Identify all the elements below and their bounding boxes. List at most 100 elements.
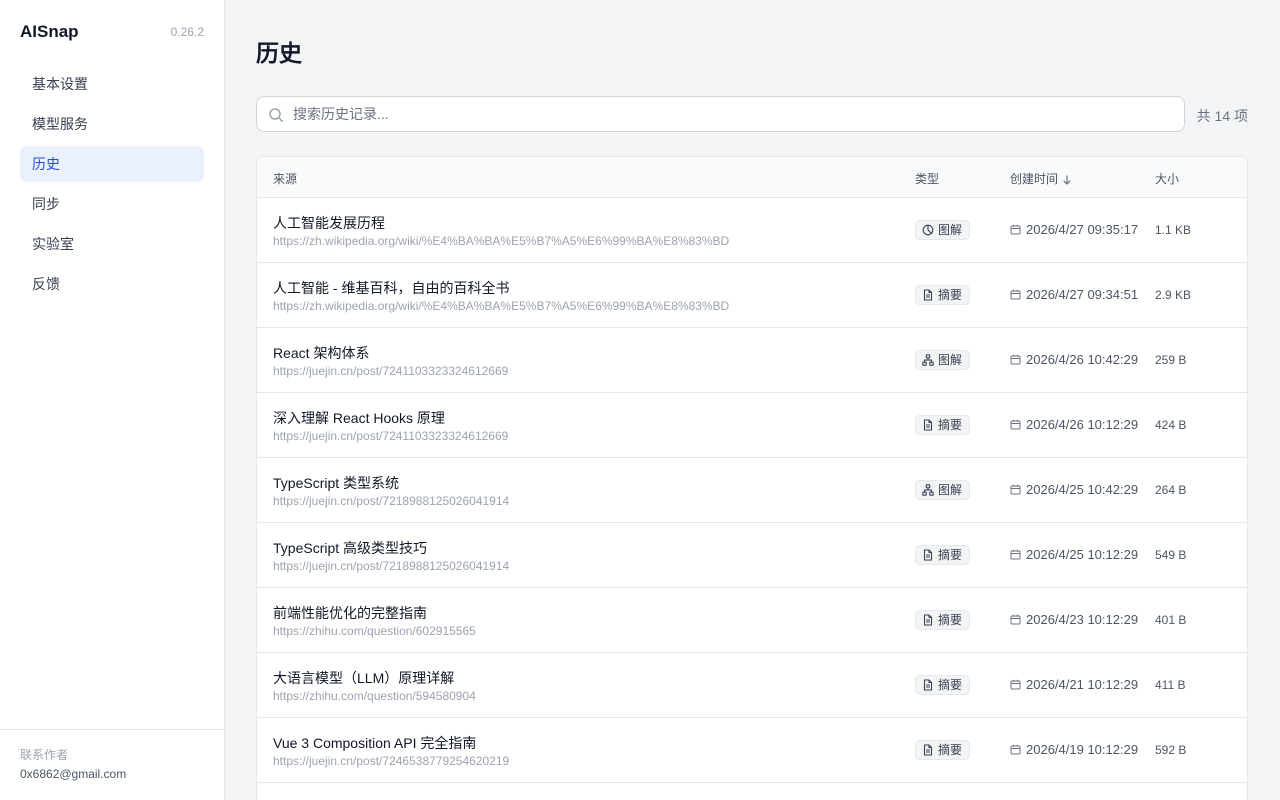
type-badge: 图解 bbox=[915, 220, 971, 240]
row-title: 大语言模型（LLM）原理详解 bbox=[273, 670, 455, 686]
type-badge: 摘要 bbox=[915, 610, 971, 630]
column-header-created[interactable]: 创建时间 bbox=[1010, 170, 1072, 187]
row-url[interactable]: https://zh.wikipedia.org/wiki/%E4%BA%BA%… bbox=[273, 234, 729, 248]
contact-email[interactable]: 0x6862@gmail.com bbox=[20, 767, 126, 781]
table-row[interactable]: 大语言模型（LLM）原理详解 https://zhihu.com/question… bbox=[257, 653, 1247, 718]
type-label: 图解 bbox=[938, 353, 963, 367]
row-size: 411 B bbox=[1155, 678, 1186, 692]
table-header: 来源 类型 创建时间 大小 bbox=[257, 157, 1247, 198]
table-row[interactable]: 深入理解 React Hooks 原理 https://juejin.cn/pos… bbox=[257, 393, 1247, 458]
table-row[interactable]: 人工智能发展历程 https://zh.wikipedia.org/wiki/%E… bbox=[257, 198, 1247, 263]
sidebar-item-basic-settings[interactable]: 基本设置 bbox=[20, 66, 204, 102]
main-content: 历史 共 14 项 来源 类型 创建时间 大小 人工智能发展历程 https://… bbox=[225, 0, 1280, 800]
type-label: 摘要 bbox=[938, 743, 963, 757]
calendar-icon bbox=[1010, 354, 1021, 365]
history-table: 来源 类型 创建时间 大小 人工智能发展历程 https://zh.wikiped… bbox=[256, 156, 1248, 800]
hierarchy-icon bbox=[922, 484, 934, 496]
row-size: 424 B bbox=[1155, 418, 1187, 432]
calendar-icon bbox=[1010, 289, 1021, 300]
created-time: 2026/4/26 10:42:29 bbox=[1026, 352, 1139, 367]
document-icon bbox=[923, 614, 933, 626]
type-label: 摘要 bbox=[938, 288, 963, 302]
sidebar-item-model-services[interactable]: 模型服务 bbox=[20, 106, 204, 142]
calendar-icon bbox=[1010, 549, 1021, 560]
type-badge: 摘要 bbox=[915, 285, 971, 305]
type-label: 图解 bbox=[938, 483, 963, 497]
column-header-source: 来源 bbox=[273, 172, 298, 186]
row-url[interactable]: https://zh.wikipedia.org/wiki/%E4%BA%BA%… bbox=[273, 299, 729, 313]
column-header-type: 类型 bbox=[915, 172, 940, 186]
table-row[interactable]: 前端性能优化的完整指南 https://zhihu.com/question/60… bbox=[257, 588, 1247, 653]
row-created: 2026/4/26 10:12:29 bbox=[1010, 417, 1138, 432]
sidebar-footer: 联系作者 0x6862@gmail.com bbox=[0, 729, 224, 800]
row-size: 264 B bbox=[1155, 483, 1187, 497]
column-header-created-label: 创建时间 bbox=[1010, 172, 1059, 186]
type-badge: 图解 bbox=[915, 480, 971, 500]
type-label: 图解 bbox=[938, 223, 963, 237]
row-created: 2026/4/25 10:12:29 bbox=[1010, 547, 1138, 562]
row-url[interactable]: https://juejin.cn/post/72411033233246126… bbox=[273, 429, 508, 443]
row-created: 2026/4/19 10:12:29 bbox=[1010, 742, 1138, 757]
contact-author-label: 联系作者 bbox=[20, 748, 69, 762]
row-url[interactable]: https://juejin.cn/post/72465387792546202… bbox=[273, 754, 509, 768]
type-label: 摘要 bbox=[938, 613, 963, 627]
row-url[interactable]: https://juejin.cn/post/72189881250260419… bbox=[273, 559, 509, 573]
row-size: 2.9 KB bbox=[1155, 288, 1192, 302]
sidebar-item-sync[interactable]: 同步 bbox=[20, 186, 204, 222]
row-url[interactable]: https://zhihu.com/question/602915565 bbox=[273, 624, 476, 638]
table-row[interactable]: React 架构体系 https://juejin.cn/post/7241103… bbox=[257, 328, 1247, 393]
row-title: TypeScript 高级类型技巧 bbox=[273, 540, 428, 556]
row-url[interactable]: https://juejin.cn/post/72189881250260419… bbox=[273, 494, 509, 508]
sidebar-item-lab[interactable]: 实验室 bbox=[20, 226, 204, 262]
created-time: 2026/4/27 09:35:17 bbox=[1026, 222, 1139, 237]
type-badge: 摘要 bbox=[915, 545, 971, 565]
row-size: 401 B bbox=[1155, 613, 1187, 627]
search-box[interactable] bbox=[256, 96, 1185, 132]
column-header-size: 大小 bbox=[1155, 172, 1180, 186]
type-badge: 图解 bbox=[915, 350, 971, 370]
sidebar-item-feedback[interactable]: 反馈 bbox=[20, 266, 204, 302]
document-icon bbox=[923, 419, 933, 431]
sidebar: AISnap 0.26.2 基本设置 模型服务 历史 同步 实验室 反馈 联系作… bbox=[0, 0, 225, 800]
created-time: 2026/4/25 10:12:29 bbox=[1026, 547, 1139, 562]
created-time: 2026/4/27 09:34:51 bbox=[1026, 287, 1139, 302]
created-time: 2026/4/21 10:12:29 bbox=[1026, 677, 1139, 692]
type-label: 摘要 bbox=[938, 418, 963, 432]
row-title: 深入理解 React Hooks 原理 bbox=[273, 410, 445, 426]
hierarchy-icon bbox=[922, 354, 934, 366]
calendar-icon bbox=[1010, 744, 1021, 755]
arrow-down-icon bbox=[1063, 175, 1071, 185]
table-row[interactable]: 人工智能 - 维基百科，自由的百科全书 https://zh.wikipedia.… bbox=[257, 263, 1247, 328]
row-created: 2026/4/21 10:12:29 bbox=[1010, 677, 1138, 692]
search-input[interactable] bbox=[293, 97, 1173, 131]
calendar-icon bbox=[1010, 419, 1021, 430]
row-title: React 架构体系 bbox=[273, 345, 370, 361]
row-created: 2026/4/27 09:35:17 bbox=[1010, 222, 1138, 237]
row-created: 2026/4/23 10:12:29 bbox=[1010, 612, 1138, 627]
calendar-icon bbox=[1010, 224, 1021, 235]
sidebar-item-history[interactable]: 历史 bbox=[20, 146, 204, 182]
table-row[interactable]: TypeScript 高级类型技巧 https://juejin.cn/post/… bbox=[257, 523, 1247, 588]
search-icon bbox=[269, 108, 283, 122]
row-title: Vue 3 Composition API 完全指南 bbox=[273, 735, 477, 751]
document-icon bbox=[923, 549, 933, 561]
created-time: 2026/4/23 10:12:29 bbox=[1026, 612, 1139, 627]
row-size: 259 B bbox=[1155, 353, 1187, 367]
calendar-icon bbox=[1010, 614, 1021, 625]
document-icon bbox=[923, 679, 933, 691]
calendar-icon bbox=[1010, 679, 1021, 690]
app-name: AISnap bbox=[20, 22, 79, 41]
row-url[interactable]: https://juejin.cn/post/72411033233246126… bbox=[273, 364, 508, 378]
row-title: 人工智能 - 维基百科，自由的百科全书 bbox=[273, 280, 510, 296]
table-row[interactable]: Vue 3 Composition API 完全指南 https://juejin… bbox=[257, 718, 1247, 783]
table-row[interactable]: TypeScript 类型系统 https://juejin.cn/post/72… bbox=[257, 458, 1247, 523]
row-url[interactable]: https://zhihu.com/question/594580904 bbox=[273, 689, 476, 703]
total-count: 共 14 项 bbox=[1196, 108, 1248, 124]
row-title: TypeScript 类型系统 bbox=[273, 475, 400, 491]
page-title: 历史 bbox=[256, 40, 302, 66]
type-badge: 摘要 bbox=[915, 675, 971, 695]
created-time: 2026/4/26 10:12:29 bbox=[1026, 417, 1139, 432]
type-badge: 摘要 bbox=[915, 415, 971, 435]
app-version: 0.26.2 bbox=[170, 25, 204, 39]
created-time: 2026/4/25 10:42:29 bbox=[1026, 482, 1139, 497]
